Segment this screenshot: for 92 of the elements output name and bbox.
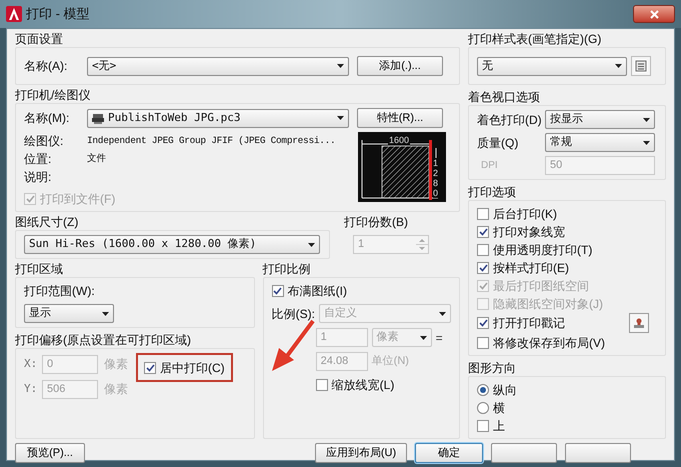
field-label: 说明: <box>24 169 52 186</box>
field-label: X: <box>24 356 36 372</box>
dialog-button[interactable]: 添加(.)... <box>357 56 443 76</box>
checkbox-label: 使用透明度打印(T) <box>493 242 592 258</box>
checkbox-label: 缩放线宽(L) <box>332 376 394 394</box>
name-dropdown[interactable]: <无> <box>87 56 349 76</box>
dialog-button[interactable]: 特性(R)... <box>357 108 443 128</box>
stamp-icon <box>633 317 645 329</box>
checkbox-label: 打开打印戳记 <box>493 315 565 332</box>
checkbox-label: 打印对象线宽 <box>493 224 565 240</box>
field-label: 质量(Q) <box>477 134 520 152</box>
caret-icon <box>643 118 650 122</box>
unit-label: 像素 <box>104 356 128 373</box>
group-title: 页面设置 <box>15 31 64 47</box>
field-value: 文件 <box>87 152 106 166</box>
checkbox[interactable] <box>477 244 489 256</box>
dialog-button[interactable] <box>491 443 557 463</box>
app-logo-icon <box>6 6 22 22</box>
radio-label: 横 <box>493 400 505 416</box>
checkbox-label: 上 <box>493 418 505 434</box>
checkbox[interactable] <box>477 262 489 274</box>
close-icon <box>650 10 658 18</box>
field-label: 位置: <box>24 151 52 168</box>
field-label: 名称(A): <box>24 58 68 75</box>
checkbox-label: 打印到文件(F) <box>40 190 116 208</box>
quality-dropdown[interactable]: 常规 <box>545 133 655 152</box>
field-value: Independent JPEG Group JFIF (JPEG Compressi... <box>87 134 336 148</box>
checkbox[interactable] <box>272 284 284 296</box>
stamp-settings-button[interactable] <box>629 313 649 333</box>
checkbox-label: 最后打印图纸空间 <box>493 278 589 294</box>
dimension-label: 1600 <box>388 135 410 145</box>
caret-icon <box>420 336 427 340</box>
checkbox-label: 将修改保存到布局(V) <box>493 334 605 352</box>
group-title: 打印比例 <box>262 261 312 277</box>
paper-size-dropdown[interactable]: Sun Hi-Res (1600.00 x 1280.00 像素) <box>24 235 320 254</box>
caret-icon <box>102 312 109 316</box>
field-label: 着色打印(D) <box>477 112 541 128</box>
field-label: 比例(S): <box>272 306 315 322</box>
caret-icon <box>337 64 344 68</box>
checkbox[interactable] <box>477 226 489 238</box>
checkbox[interactable] <box>477 208 489 220</box>
close-button[interactable] <box>633 5 675 23</box>
field-label: Y: <box>24 380 36 397</box>
equals-sign: = <box>436 330 443 346</box>
checkbox-label: 居中打印(C) <box>160 360 225 376</box>
group-title: 打印份数(B) <box>344 214 409 230</box>
field-label: 名称(M): <box>24 110 70 127</box>
checkbox[interactable] <box>477 420 489 432</box>
group-title: 打印偏移(原点设置在可打印区域) <box>15 332 192 348</box>
style-table-dropdown[interactable]: 无 <box>477 56 627 76</box>
checkbox-label: 后台打印(K) <box>493 206 557 222</box>
unit-label: 单位(N) <box>372 354 409 370</box>
table-icon <box>635 60 647 72</box>
radio-button[interactable] <box>477 402 489 414</box>
caret-icon <box>643 140 650 144</box>
group-title: 打印机/绘图仪 <box>15 87 92 103</box>
shade-dropdown[interactable]: 按显示 <box>545 110 655 129</box>
checkbox[interactable] <box>144 362 156 374</box>
field-label: 打印范围(W): <box>24 283 96 300</box>
dialog-button[interactable]: 应用到布局(U) <box>315 443 407 463</box>
group-title: 打印区域 <box>15 261 64 277</box>
checkbox-label: 按样式打印(E) <box>493 260 569 276</box>
unit-label: 像素 <box>104 381 128 398</box>
printer-dropdown[interactable]: PublishToWeb JPG.pc3 <box>87 108 349 128</box>
edit-style-button[interactable] <box>631 56 651 76</box>
group-title: 打印样式表(画笔指定)(G) <box>468 31 602 47</box>
group-title: 图纸尺寸(Z) <box>15 214 80 230</box>
checkbox-label: 布满图纸(I) <box>288 282 347 300</box>
caret-icon <box>615 64 622 68</box>
dimension-label: 1280 <box>433 158 440 198</box>
field-label: DPI <box>480 159 499 173</box>
spinner-value: 1 <box>357 237 366 252</box>
caret-icon <box>308 242 315 246</box>
group-title: 打印选项 <box>468 184 517 200</box>
spinner-arrows-icon <box>416 236 428 253</box>
checkbox[interactable] <box>316 378 328 390</box>
checkbox[interactable] <box>477 336 489 348</box>
checkbox[interactable] <box>477 317 489 329</box>
window-title: 打印 - 模型 <box>26 5 90 24</box>
radio-button[interactable] <box>477 384 489 396</box>
plot-area-dropdown[interactable]: 显示 <box>24 304 114 323</box>
group-title: 图形方向 <box>468 360 517 376</box>
plotter-icon <box>92 112 104 124</box>
dialog-button[interactable]: 确定 <box>415 443 483 463</box>
caret-icon <box>439 312 446 316</box>
dialog-button[interactable] <box>565 443 631 463</box>
checkbox-label: 隐藏图纸空间对象(J) <box>493 296 603 312</box>
dialog-button[interactable]: 预览(P)... <box>15 443 85 463</box>
caret-icon <box>337 116 344 120</box>
field-label: 绘图仪: <box>24 133 64 150</box>
group-title: 着色视口选项 <box>468 89 541 105</box>
radio-label: 纵向 <box>493 382 517 398</box>
